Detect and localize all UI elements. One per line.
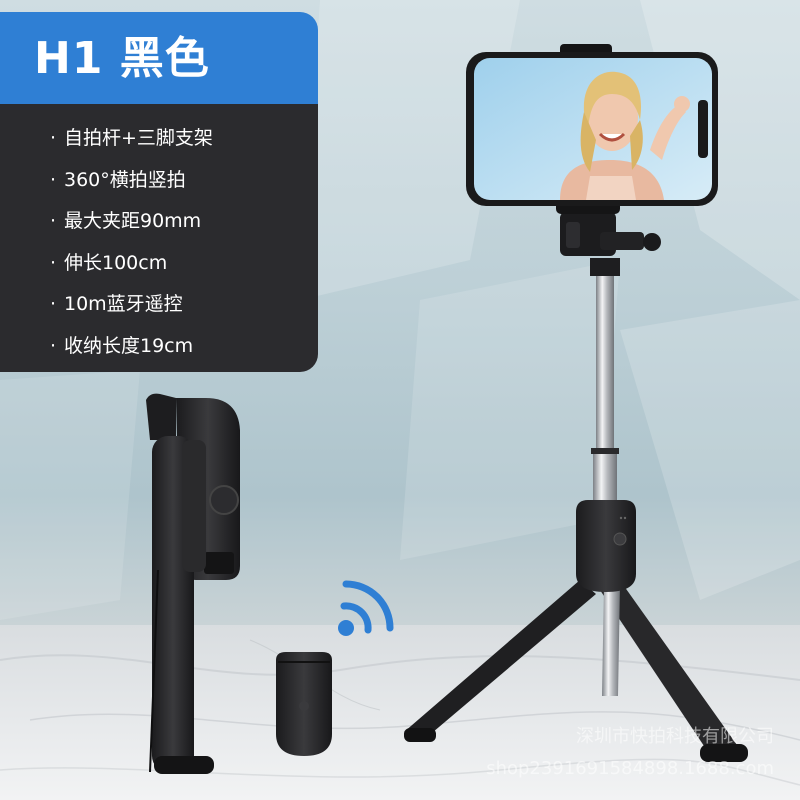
bullet: · bbox=[50, 251, 57, 274]
bullet: · bbox=[50, 334, 57, 357]
feature-text: 收纳长度19cm bbox=[64, 334, 194, 357]
product-image: H1 黑色 · 自拍杆+三脚支架 · 360°横拍竖拍 · 最大夹距90mm · 伸长1… bbox=[0, 0, 800, 800]
remote-control bbox=[276, 652, 332, 756]
feature-item: · 10m蓝牙遥控 bbox=[0, 284, 318, 326]
feature-item: · 360°横拍竖拍 bbox=[0, 160, 318, 202]
title-banner: H1 黑色 bbox=[0, 12, 318, 104]
feature-item: · 最大夹距90mm bbox=[0, 201, 318, 243]
feature-text: 自拍杆+三脚支架 bbox=[64, 127, 213, 149]
feature-item: · 自拍杆+三脚支架 bbox=[0, 118, 318, 160]
watermark-company: 深圳市快拍科技有限公司 bbox=[576, 726, 774, 747]
bullet: · bbox=[50, 293, 57, 315]
feature-text: 360°横拍竖拍 bbox=[64, 168, 186, 191]
feature-text: 10m蓝牙遥控 bbox=[64, 293, 183, 315]
bullet: · bbox=[50, 168, 57, 191]
bullet: · bbox=[50, 127, 57, 149]
product-title: H1 黑色 bbox=[34, 33, 210, 84]
feature-list: · 自拍杆+三脚支架 · 360°横拍竖拍 · 最大夹距90mm · 伸长100cm ·… bbox=[0, 104, 318, 367]
watermark-shop-url: shop2391691584898.1688.com bbox=[486, 758, 774, 779]
feature-item: · 收纳长度19cm bbox=[0, 326, 318, 368]
stand-handle bbox=[576, 500, 636, 592]
feature-panel: · 自拍杆+三脚支架 · 360°横拍竖拍 · 最大夹距90mm · 伸长100cm ·… bbox=[0, 104, 318, 372]
feature-text: 最大夹距90mm bbox=[64, 210, 202, 232]
smartphone bbox=[466, 52, 718, 206]
bullet: · bbox=[50, 210, 57, 232]
feature-item: · 伸长100cm bbox=[0, 243, 318, 285]
feature-text: 伸长100cm bbox=[64, 251, 168, 274]
